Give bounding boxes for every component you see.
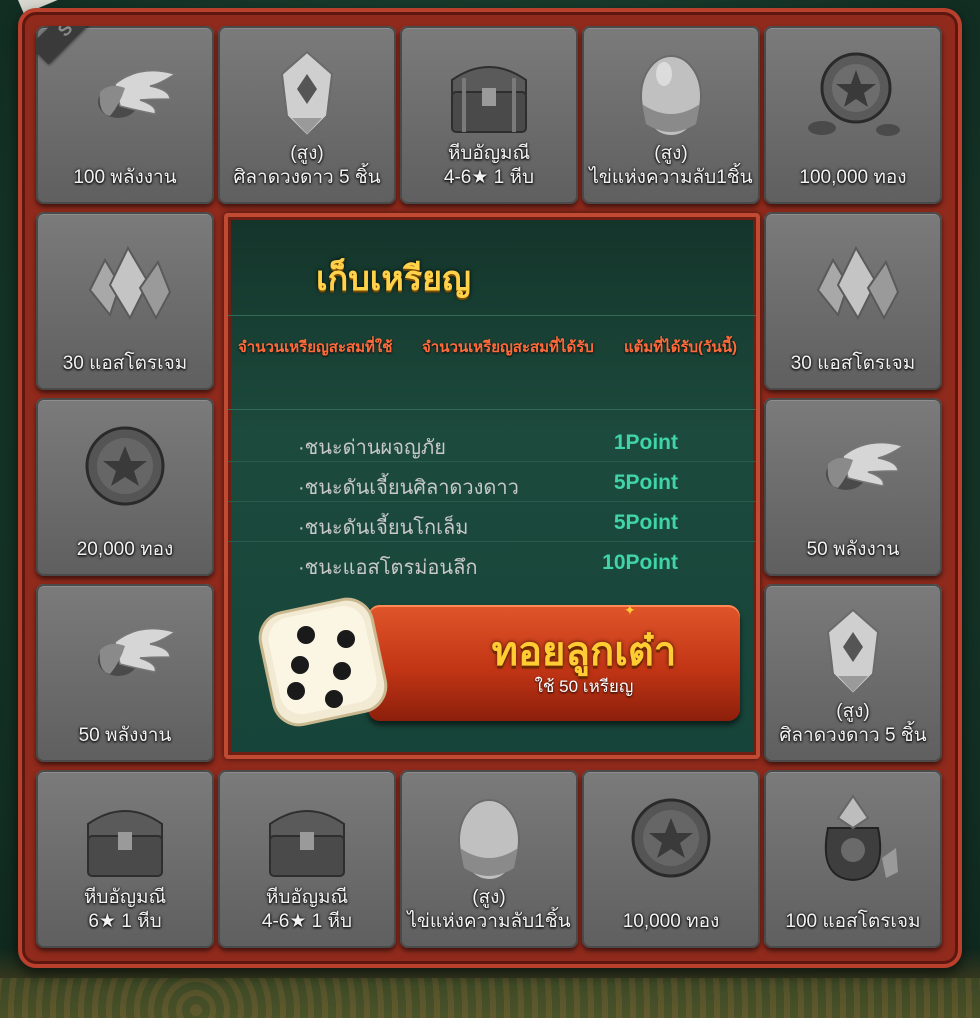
tile-label: (สูง) ไข่แห่งความลับ1ชิ้น: [407, 887, 571, 932]
mission-points: 1Point: [613, 431, 678, 454]
roll-dice-button[interactable]: ทอยลูกเต๋า ใช้ 50 เหรียญ: [368, 605, 740, 721]
tile-label: หีบอัญมณี 4-6★ 1 หีบ: [443, 143, 535, 188]
star-stone-icon: [280, 50, 334, 138]
gem-sack-icon: [824, 794, 898, 882]
treasure-chest-icon: [269, 810, 345, 877]
wings-icon: [98, 69, 177, 118]
divider: [228, 315, 756, 316]
board-tile: 30 แอสโตรเจม: [36, 212, 214, 390]
gold-coin-icon: [631, 798, 711, 878]
mission-name: ·ชนะแอสโตรม่อนลึก: [298, 557, 478, 579]
sparkle-icon: ✦: [624, 603, 636, 619]
header-coins-received: จำนวนเหรียญสะสมที่ได้รับ: [422, 339, 594, 356]
treasure-chest-icon: [451, 66, 527, 133]
star-stone-icon: [826, 608, 880, 696]
mission-points: 10Point: [602, 551, 678, 574]
wings-icon: [98, 627, 177, 676]
tile-label: 100 แอสโตรเจม: [785, 911, 921, 932]
tile-label: 20,000 ทอง: [76, 539, 174, 560]
roll-dice-cost: ใช้ 50 เหรียญ: [534, 677, 634, 696]
treasure-chest-icon: [87, 810, 163, 877]
mystery-egg-icon: [458, 799, 520, 881]
gold-coin-icon: [85, 426, 165, 506]
board-tile: (สูง) ศิลาดวงดาว 5 ชิ้น: [764, 584, 942, 762]
board-tile: หีบอัญมณี 4-6★ 1 หีบ: [400, 26, 578, 204]
tile-label: 100,000 ทอง: [799, 167, 907, 188]
mission-name: ·ชนะดันเจี้ยนโกเล็ม: [298, 517, 469, 539]
astro-gem-cluster-icon: [816, 245, 900, 321]
board-tile: 50 พลังงาน: [36, 584, 214, 762]
tile-label: 30 แอสโตรเจม: [790, 353, 916, 374]
panel-title: เก็บเหรียญ: [316, 260, 471, 298]
tile-label: หีบอัญมณี 6★ 1 หีบ: [83, 887, 167, 932]
board-tile: หีบอัญมณี 6★ 1 หีบ: [36, 770, 214, 948]
tile-label: 50 พลังงาน: [78, 725, 172, 746]
board-tile: หีบอัญมณี 4-6★ 1 หีบ: [218, 770, 396, 948]
tile-label: 30 แอสโตรเจม: [62, 353, 188, 374]
board-tile: 10,000 ทอง: [582, 770, 760, 948]
board-tile: (สูง) ไข่แห่งความลับ1ชิ้น: [582, 26, 760, 204]
board-tile: 100,000 ทอง: [764, 26, 942, 204]
mission-points: 5Point: [613, 511, 678, 534]
board-tile-start: START 100 พลังงาน: [36, 26, 214, 204]
board-tile: 30 แอสโตรเจม: [764, 212, 942, 390]
tile-label: หีบอัญมณี 4-6★ 1 หีบ: [261, 887, 353, 932]
tile-label: 50 พลังงาน: [806, 539, 900, 560]
mission-points: 5Point: [613, 471, 678, 494]
wings-icon: [826, 441, 905, 490]
mystery-egg-icon: [640, 55, 702, 137]
row-divider: [228, 541, 756, 542]
board-tile: 20,000 ทอง: [36, 398, 214, 576]
tile-label: (สูง) ศิลาดวงดาว 5 ชิ้น: [779, 701, 927, 746]
board-tile: 50 พลังงาน: [764, 398, 942, 576]
tile-label: 100 พลังงาน: [73, 167, 177, 188]
tile-label: 10,000 ทอง: [622, 911, 720, 932]
row-divider: [228, 461, 756, 462]
coin-collect-panel: เก็บเหรียญ จำนวนเหรียญสะสมที่ใช้ จำนวนเห…: [224, 213, 760, 759]
mission-name: ·ชนะด่านผจญภัย: [298, 437, 446, 459]
tile-label: (สูง) ศิลาดวงดาว 5 ชิ้น: [233, 143, 381, 188]
mission-name: ·ชนะดันเจี้ยนศิลาดวงดาว: [298, 477, 519, 499]
astro-gem-cluster-icon: [88, 245, 172, 321]
row-divider: [228, 501, 756, 502]
board-tile: 100 แอสโตรเจม: [764, 770, 942, 948]
header-coins-used: จำนวนเหรียญสะสมที่ใช้: [238, 339, 393, 356]
dice-icon[interactable]: [248, 587, 398, 737]
divider: [228, 409, 756, 410]
board-tile: (สูง) ศิลาดวงดาว 5 ชิ้น: [218, 26, 396, 204]
tile-label: (สูง) ไข่แห่งความลับ1ชิ้น: [589, 143, 753, 188]
header-points-today: แต้มที่ได้รับ(วันนี้): [624, 339, 737, 356]
board-tile: (สูง) ไข่แห่งความลับ1ชิ้น: [400, 770, 578, 948]
gold-coin-pile-icon: [808, 52, 900, 136]
